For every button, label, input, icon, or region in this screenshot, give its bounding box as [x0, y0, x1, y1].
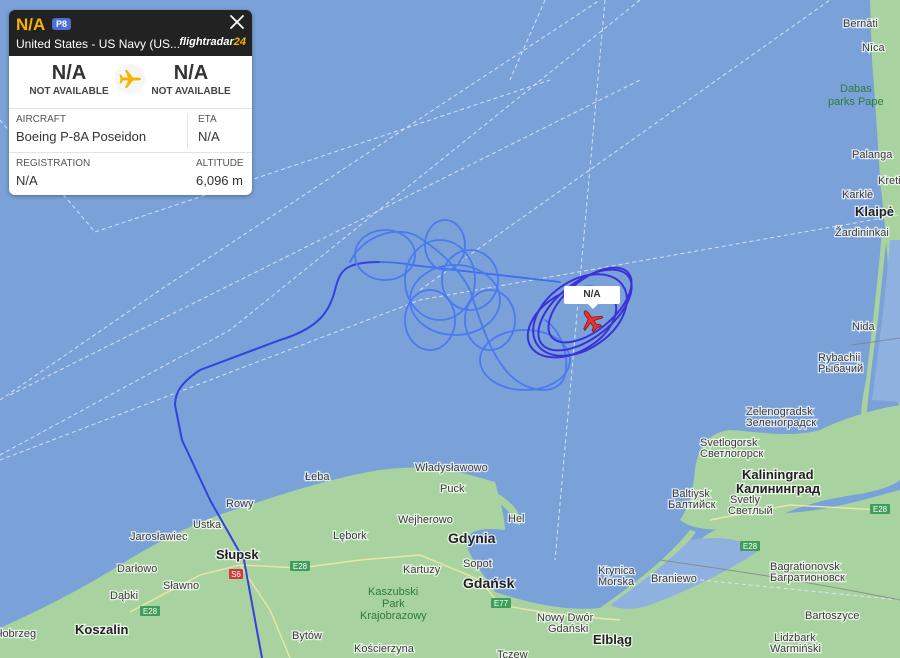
label-baltiysk-ru: Балтийск: [668, 499, 716, 511]
label-tczew: Tczew: [497, 649, 528, 658]
label-bernati: Bernāti: [843, 18, 878, 30]
label-ustka: Ustka: [193, 519, 222, 531]
label-koszalin: Koszalin: [75, 622, 129, 637]
registration-label: REGISTRATION: [16, 158, 91, 169]
eta-value: N/A: [198, 129, 220, 144]
aircraft-type-badge: P8: [52, 18, 72, 30]
label-rybachiy-ru: Рыбачий: [818, 363, 863, 375]
label-puck: Puck: [440, 483, 465, 495]
origin-code: N/A: [51, 62, 87, 84]
label-jaroslawiec: Jarosławiec: [130, 531, 188, 543]
card-header: N/A P8 United States - US Navy (US... fl…: [9, 10, 252, 56]
aircraft-tag[interactable]: N/A: [564, 286, 620, 309]
label-karkle: Karklė: [842, 189, 873, 201]
label-braniewo: Braniewo: [651, 573, 697, 585]
label-slupsk: Słupsk: [216, 547, 259, 562]
origin-status: NOT AVAILABLE: [29, 86, 109, 97]
label-nica: Nīca: [862, 42, 886, 54]
eta-label: ETA: [198, 114, 217, 125]
label-nida: Nida: [852, 321, 876, 333]
destination-status: NOT AVAILABLE: [151, 86, 231, 97]
label-palanga: Palanga: [852, 149, 893, 161]
shield-e28-4: E28: [873, 505, 888, 514]
label-kolobrzeg: łobrzeg: [0, 628, 36, 640]
label-wladyslawowo: Władysławowo: [415, 462, 488, 474]
close-icon[interactable]: [228, 13, 246, 31]
label-zelenogradsk-ru: Зеленоградск: [746, 417, 816, 429]
shield-e28-2: E28: [293, 562, 308, 571]
brand-main: flightradar: [179, 36, 234, 48]
label-morska: Morska: [598, 576, 635, 588]
label-leba: Łeba: [305, 471, 330, 483]
label-gdynia: Gdynia: [448, 530, 496, 546]
label-elblag: Elbląg: [593, 632, 632, 647]
shield-e77: E77: [494, 599, 509, 608]
callsign: N/A: [16, 15, 46, 34]
label-zardininkai: Žardininkai: [835, 226, 889, 239]
label-kretinga: Kretinga: [878, 175, 900, 187]
label-dabki: Dąbki: [110, 590, 138, 602]
brand-num: 24: [233, 36, 246, 48]
label-koscierzyna: Kościerzyna: [354, 643, 415, 655]
label-krajobrazowy: Krajobrazowy: [360, 610, 427, 622]
label-kaszubski: Kaszubski: [368, 586, 418, 598]
operator-name: United States - US Navy (US...: [16, 37, 181, 51]
label-rowy: Rowy: [226, 498, 254, 510]
label-bytow: Bytów: [292, 630, 322, 642]
label-kartuzy: Kartuzy: [403, 564, 441, 576]
label-dabas: Dabas: [840, 83, 872, 95]
aircraft-label: AIRCRAFT: [16, 114, 66, 125]
label-sopot: Sopot: [463, 558, 492, 570]
label-gdansk: Gdańsk: [463, 575, 515, 591]
flightradar-logo: flightradar24: [179, 36, 246, 48]
altitude-label: ALTITUDE: [196, 158, 244, 169]
label-slawno: Sławno: [163, 580, 199, 592]
label-bagrationovsk-ru: Багратионовск: [770, 572, 845, 584]
flight-info-card[interactable]: N/A P8 United States - US Navy (US... fl…: [9, 10, 252, 195]
altitude-value: 6,096 m: [196, 173, 243, 188]
label-svetly-ru: Светлый: [728, 505, 773, 517]
divider: [187, 113, 188, 148]
label-svetlogorsk-ru: Светлогорск: [700, 448, 763, 460]
shield-e28-1: E28: [143, 607, 158, 616]
registration-value: N/A: [16, 173, 38, 188]
aircraft-row: AIRCRAFT Boeing P-8A Poseidon ETA N/A: [9, 109, 252, 153]
destination-code: N/A: [173, 62, 209, 84]
shield-e28-3: E28: [743, 542, 758, 551]
label-parks-pape: parks Pape: [828, 96, 884, 108]
label-gdanski: Gdański: [548, 623, 588, 635]
label-bartoszyce: Bartoszyce: [805, 610, 859, 622]
label-darlowo: Darłowo: [117, 563, 157, 575]
aircraft-value: Boeing P-8A Poseidon: [16, 129, 147, 144]
shield-s6: S6: [231, 570, 241, 579]
label-klaipeda: Klaipė: [855, 204, 894, 219]
route-section: N/A NOT AVAILABLE N/A NOT AVAILABLE: [9, 56, 252, 109]
label-lebork: Lębork: [333, 530, 367, 542]
label-wejherowo: Wejherowo: [398, 514, 453, 526]
label-park: Park: [382, 598, 405, 610]
label-hel: Hel: [508, 513, 525, 525]
registration-row: REGISTRATION N/A ALTITUDE 6,096 m: [9, 153, 252, 195]
label-lidzbark-2: Warmiński: [770, 643, 821, 655]
label-kaliningrad: Kaliningrad: [742, 467, 814, 482]
